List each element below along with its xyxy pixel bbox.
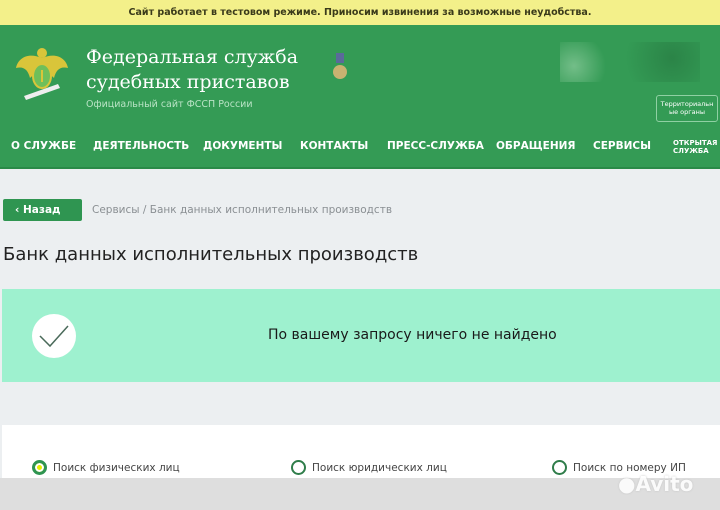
back-button[interactable]: ‹ Назад (3, 199, 82, 221)
radio-legal-entities[interactable]: Поиск юридических лиц (291, 460, 447, 475)
checkmark-icon (32, 314, 76, 358)
nav-item-services[interactable]: СЕРВИСЫ (593, 140, 651, 152)
nav-item-appeals[interactable]: ОБРАЩЕНИЯ (496, 140, 576, 152)
site-title[interactable]: Федеральная служба судебных приставов (86, 45, 298, 95)
nav-item-about[interactable]: О СЛУЖБЕ (11, 140, 76, 152)
nav-item-documents[interactable]: ДОКУМЕНТЫ (203, 140, 282, 152)
blurred-header-area (560, 42, 700, 82)
nav-item-open-service[interactable]: ОТКРЫТАЯ СЛУЖБА (673, 139, 719, 155)
territorial-bodies-button[interactable]: Территориальные органы (656, 95, 718, 122)
breadcrumb-services-link[interactable]: Сервисы (92, 204, 140, 216)
page-title: Банк данных исполнительных производств (3, 244, 419, 265)
nav-item-contacts[interactable]: КОНТАКТЫ (300, 140, 368, 152)
nav-item-activity[interactable]: ДЕЯТЕЛЬНОСТЬ (93, 140, 189, 152)
nav-item-press[interactable]: ПРЕСС-СЛУЖБА (387, 140, 484, 152)
avito-logo-icon: ● (618, 472, 636, 496)
radio-icon[interactable] (291, 460, 306, 475)
radio-individuals[interactable]: Поиск физических лиц (32, 460, 180, 475)
radio-selected-icon[interactable] (32, 460, 47, 475)
breadcrumb: Сервисы / Банк данных исполнительных про… (92, 204, 393, 216)
alert-message: По вашему запросу ничего не найдено (268, 327, 557, 343)
chevron-left-icon: ‹ (15, 204, 23, 216)
site-subtitle: Официальный сайт ФССП России (86, 99, 253, 110)
breadcrumb-current: Банк данных исполнительных производств (149, 204, 393, 216)
no-results-alert: По вашему запросу ничего не найдено (2, 289, 720, 382)
main-nav: О СЛУЖБЕ ДЕЯТЕЛЬНОСТЬ ДОКУМЕНТЫ КОНТАКТЫ… (0, 139, 720, 162)
radio-icon[interactable] (552, 460, 567, 475)
test-mode-notice: Сайт работает в тестовом режиме. Приноси… (0, 0, 720, 25)
fssp-emblem-logo[interactable] (14, 44, 70, 104)
avito-watermark: ●Avito (618, 472, 694, 496)
medal-icon (333, 53, 347, 79)
bottom-bar (0, 478, 720, 510)
site-header: Федеральная служба судебных приставов Офи… (0, 25, 720, 169)
